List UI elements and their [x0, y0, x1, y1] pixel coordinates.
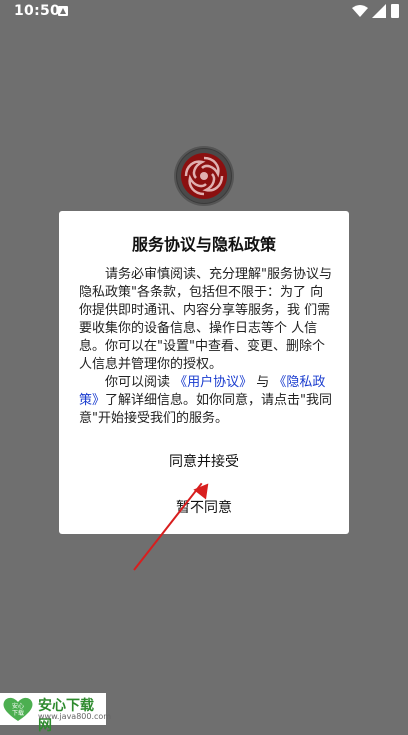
notification-icon	[58, 6, 68, 16]
watermark-url: www.java800.com	[38, 712, 112, 721]
dialog-paragraph-2: 你可以阅读 《用户协议》 与 《隐私政策》了解详细信息。如你同意，请点击"我同意…	[79, 374, 335, 428]
watermark-icon-text-top: 安心	[12, 702, 24, 710]
watermark: 安心 下载 安心下载网 www.java800.com	[0, 693, 111, 734]
dialog-body: 请务必审慎阅读、充分理解"服务协议与 隐私政策"各条款，包括但不限于：为了 向你…	[79, 266, 335, 428]
status-bar: 10:50	[0, 0, 408, 24]
p2-middle: 与	[252, 375, 274, 390]
decline-button[interactable]: 暂不同意	[59, 497, 349, 517]
dialog-title: 服务协议与隐私政策	[131, 235, 276, 254]
wifi-icon	[352, 5, 368, 17]
app-logo-icon	[176, 148, 232, 204]
p2-after: 了解详细信息。如你同意，请点击"我同意"开始接受我们的服务。	[79, 393, 332, 426]
signal-icon	[372, 4, 386, 18]
status-time: 10:50	[14, 3, 61, 19]
battery-icon	[391, 4, 399, 18]
dialog-paragraph-1: 请务必审慎阅读、充分理解"服务协议与 隐私政策"各条款，包括但不限于：为了 向你…	[79, 267, 332, 372]
p2-before: 你可以阅读	[105, 375, 175, 390]
watermark-icon-text-bottom: 下载	[12, 709, 24, 717]
accept-button[interactable]: 同意并接受	[59, 451, 349, 471]
user-agreement-link[interactable]: 《用户协议》	[174, 375, 252, 390]
watermark-logo-icon: 安心 下载	[3, 697, 33, 721]
